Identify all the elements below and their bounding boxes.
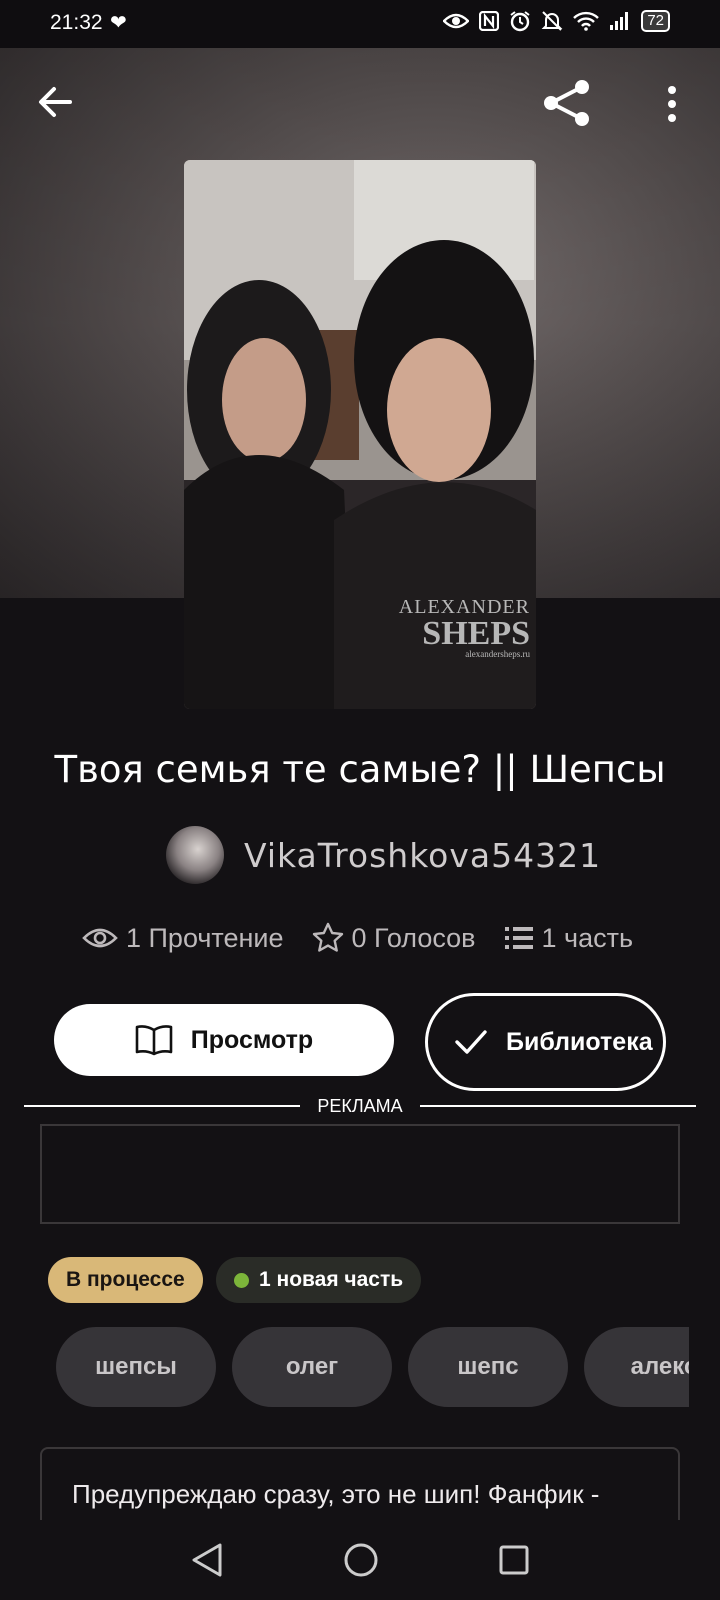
system-nav-bar [0, 1520, 720, 1600]
watermark-line-3: alexandersheps.ru [465, 649, 530, 659]
story-title: Твоя семья те самые? || Шепсы [54, 748, 666, 791]
book-icon [135, 1025, 173, 1056]
more-options-button[interactable] [660, 84, 684, 124]
new-parts-label: 1 новая часть [259, 1268, 404, 1291]
tag-chip[interactable]: алекс [584, 1327, 689, 1407]
tag-chip[interactable]: шепсы [56, 1327, 216, 1407]
status-icons: 72 [443, 10, 670, 32]
author-avatar[interactable] [166, 826, 224, 884]
parts-stat: 1 часть [504, 922, 634, 954]
ad-slot[interactable] [40, 1124, 680, 1224]
status-bar: 21:32 ❤ 72 [0, 0, 720, 48]
eye-icon [443, 13, 470, 29]
mute-icon [541, 11, 563, 31]
reads-stat: 1 Прочтение [82, 923, 284, 954]
back-button[interactable] [36, 82, 76, 122]
tag-chip[interactable]: шепс [408, 1327, 568, 1407]
signal-icon [610, 12, 629, 30]
star-icon [312, 922, 343, 952]
share-button[interactable] [542, 78, 592, 128]
tag-chip[interactable]: олег [232, 1327, 392, 1407]
back-triangle-icon[interactable] [190, 1542, 224, 1578]
view-button-label: Просмотр [190, 1025, 314, 1054]
votes-stat: 0 Голосов [312, 922, 476, 954]
arrow-left-icon [39, 87, 72, 117]
cover-watermark: ALEXANDER SHEPS alexandersheps.ru [399, 596, 530, 659]
status-time: 21:32 [50, 11, 103, 34]
heart-icon: ❤ [110, 12, 127, 34]
story-stats: 1 Прочтение 0 Голосов 1 часть [82, 922, 633, 954]
author-link[interactable]: VikaTroshkova54321 [166, 826, 601, 884]
eye-icon [82, 928, 118, 948]
reads-count: 1 Прочтение [126, 922, 284, 953]
library-button-label: Библиотека [506, 1028, 653, 1056]
check-icon [455, 1030, 487, 1054]
watermark-line-2: SHEPS [422, 615, 530, 652]
author-name[interactable]: VikaTroshkova54321 [244, 836, 601, 875]
nfc-icon [479, 11, 500, 31]
story-cover-image[interactable]: ALEXANDER SHEPS alexandersheps.ru [184, 160, 536, 709]
home-circle-icon[interactable] [343, 1542, 379, 1578]
list-icon [504, 927, 533, 949]
tags-row[interactable]: шепсы олег шепс алекс [56, 1327, 689, 1407]
more-vertical-icon [668, 86, 676, 122]
new-parts-badge: 1 новая часть [216, 1257, 422, 1303]
recents-square-icon[interactable] [498, 1544, 530, 1576]
library-button[interactable]: Библиотека [425, 993, 666, 1091]
wifi-icon [573, 11, 600, 31]
ad-label: РЕКЛАМА [317, 1096, 403, 1116]
parts-count: 1 часть [541, 922, 634, 953]
votes-count: 0 Голосов [351, 922, 476, 953]
alarm-icon [510, 11, 530, 32]
battery-icon: 72 [641, 10, 670, 32]
view-button[interactable]: Просмотр [54, 1004, 394, 1076]
new-indicator-dot [234, 1272, 249, 1288]
status-badge: В процессе [48, 1257, 203, 1303]
share-icon [544, 80, 589, 126]
